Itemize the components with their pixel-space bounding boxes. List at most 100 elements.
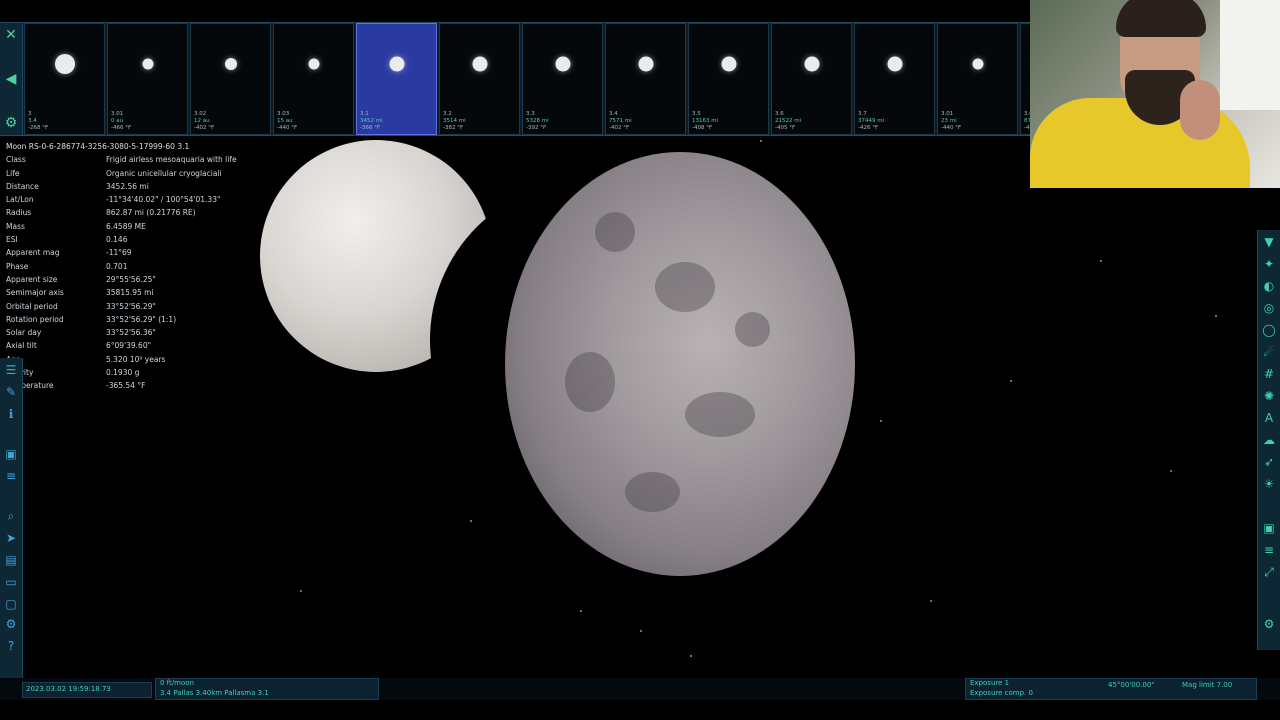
- folder-icon[interactable]: ▭: [3, 574, 19, 590]
- thumbnail-line1: 7571 mi: [609, 118, 632, 124]
- thumbnail-planet-icon: [555, 56, 570, 72]
- thumbnail-item[interactable]: 3.3 5328 mi -392 °F: [522, 23, 603, 135]
- selected-moon[interactable]: [505, 152, 855, 576]
- thumbnail-item[interactable]: 3.03 15 au -440 °F: [273, 23, 354, 135]
- info-row: Radius 862.87 mi (0.21776 RE): [6, 206, 237, 219]
- thumbnail-caption: 3.3 5328 mi -392 °F: [526, 111, 549, 132]
- info-icon[interactable]: ℹ: [3, 406, 19, 422]
- thumbnail-line1: 21522 mi: [775, 118, 802, 124]
- thumbnail-line2: -440 °F: [277, 125, 298, 131]
- camera-icon[interactable]: ▣: [1261, 520, 1277, 536]
- thumbnail-caption: 3.5 13163 mi -408 °F: [692, 111, 718, 132]
- thumbnail-line2: -392 °F: [526, 125, 547, 131]
- thumbnail-planet-icon: [721, 56, 736, 72]
- thumbnail-line1: 15 au: [277, 118, 293, 124]
- right-toolbar: ▼ ✦ ◐ ◎ ◯ ☄ # ✺ A ☁ ➶ ☀ ▣ ≡ ⤢ ⚙: [1257, 230, 1280, 650]
- info-label: Axial tilt: [6, 341, 37, 351]
- expand-icon[interactable]: ⤢: [1261, 564, 1277, 580]
- thumbnail-name: 3.6: [775, 111, 784, 117]
- gear-icon[interactable]: ⚙: [2, 114, 20, 132]
- thumbnail-caption: 3 3.4 -268 °F: [28, 111, 48, 132]
- thumbnail-line1: 5328 mi: [526, 118, 549, 124]
- comet-icon[interactable]: ☄: [1261, 344, 1277, 360]
- info-label: Life: [6, 168, 20, 178]
- info-value: 5.320 10⁹ years: [106, 354, 166, 364]
- left-toolbar: ☰ ✎ ℹ ▣ ≡ ⌕ ➤ ▤ ▭ ▢ ⚙ ? ✕: [0, 358, 23, 698]
- thumbnail-line2: -402 °F: [609, 125, 630, 131]
- thumbnail-item[interactable]: 3.4 7571 mi -402 °F: [605, 23, 686, 135]
- image-icon[interactable]: ▤: [3, 552, 19, 568]
- info-label: Lat/Lon: [6, 195, 34, 205]
- mag-limit-readout: Mag limit 7.00: [1182, 681, 1233, 689]
- gear-icon[interactable]: ⚙: [1261, 616, 1277, 632]
- save-icon[interactable]: ▢: [3, 596, 19, 612]
- thumbnail-item[interactable]: 3.2 3514 mi -382 °F: [439, 23, 520, 135]
- thumbnail-name: 3.4: [609, 111, 618, 117]
- info-row: Mass 6.4589 ME: [6, 220, 237, 233]
- thumbnail-item[interactable]: 3.1 3452 mi -366 °F: [356, 23, 437, 135]
- star-icon[interactable]: ✦: [1261, 256, 1277, 272]
- info-row: Semimajor axis 35815.95 mi: [6, 286, 237, 299]
- thumbnail-name: 3.5: [692, 111, 701, 117]
- info-value: 3452.56 mi: [106, 181, 149, 191]
- thumbnail-line2: -268 °F: [28, 125, 49, 131]
- thumbnail-line1: 12 au: [194, 118, 210, 124]
- info-row: Class Frigid airless mesoaquaria with lif…: [6, 153, 237, 166]
- ring-icon[interactable]: ◯: [1261, 322, 1277, 338]
- info-row: ESI 0.146: [6, 233, 237, 246]
- thumbnail-caption: 3.6 21522 mi -405 °F: [775, 111, 801, 132]
- thumbnail-item[interactable]: 3.6 21522 mi -405 °F: [771, 23, 852, 135]
- strip-controls: ✕ ◀ ⚙: [0, 23, 23, 135]
- label-icon[interactable]: A: [1261, 410, 1277, 426]
- thumbnail-line2: -426 °F: [858, 125, 879, 131]
- thumbnail-item[interactable]: 3.02 12 au -402 °F: [190, 23, 271, 135]
- thumbnail-item[interactable]: 3.01 23 mi -440 °F: [937, 23, 1018, 135]
- info-label: Orbital period: [6, 301, 58, 311]
- ship-icon[interactable]: ➤: [3, 530, 19, 546]
- date-time[interactable]: 2023.03.02 19:59:18.73: [26, 685, 111, 694]
- thumbnail-item[interactable]: 3.5 13163 mi -408 °F: [688, 23, 769, 135]
- info-row: Solar day 33°52'56.36": [6, 326, 237, 339]
- thumbnail-line2: -408 °F: [692, 125, 713, 131]
- thumbnail-item[interactable]: 3.01 0 au -466 °F: [107, 23, 188, 135]
- menu-icon[interactable]: ☰: [3, 362, 19, 378]
- thumbnail-planet-icon: [142, 58, 153, 70]
- settings-icon[interactable]: ⚙: [3, 616, 19, 632]
- thumbnail-item[interactable]: 3 3.4 -268 °F: [24, 23, 105, 135]
- galaxy-icon[interactable]: ✺: [1261, 388, 1277, 404]
- exposure-comp-readout: Exposure comp. 0: [970, 689, 1033, 697]
- close-icon[interactable]: ✕: [2, 26, 20, 44]
- thumbnail-planet-icon: [472, 56, 487, 72]
- info-row: Apparent size 29°55'56.25": [6, 273, 237, 286]
- info-row: Life Organic unicellular cryoglaciali: [6, 167, 237, 180]
- layers-icon[interactable]: ≡: [3, 468, 19, 484]
- info-value: 33°52'56.29" (1:1): [106, 314, 177, 324]
- filter-icon[interactable]: ▼: [1261, 234, 1277, 250]
- info-label: Solar day: [6, 328, 42, 338]
- thumbnail-planet-icon: [804, 56, 819, 72]
- camera-icon[interactable]: ▣: [3, 446, 19, 462]
- planet-icon[interactable]: ◐: [1261, 278, 1277, 294]
- layers-icon[interactable]: ≡: [1261, 542, 1277, 558]
- info-value: 6°09'39.60": [106, 341, 152, 351]
- ship-icon[interactable]: ➶: [1261, 454, 1277, 470]
- info-label: ESI: [6, 235, 18, 245]
- info-value: 0.701: [106, 261, 128, 271]
- object-info-panel: Moon RS-0-6-286774-3256-3080-5-17999-60 …: [6, 140, 237, 393]
- target-readout: 3.4 Pallas 3.40km Pallasma 3.1: [160, 689, 269, 697]
- status-bar: 2023.03.02 19:59:18.73 0 ft/moon 3.4 Pal…: [0, 678, 1280, 700]
- grid-icon[interactable]: #: [1261, 366, 1277, 382]
- thumbnail-planet-icon: [54, 54, 75, 74]
- arrow-left-icon[interactable]: ◀: [2, 70, 20, 88]
- edit-icon[interactable]: ✎: [3, 384, 19, 400]
- thumbnail-line1: 3.4: [28, 118, 37, 124]
- light-icon[interactable]: ☀: [1261, 476, 1277, 492]
- nebula-icon[interactable]: ☁: [1261, 432, 1277, 448]
- thumbnail-planet-icon: [389, 56, 404, 72]
- orbit-icon[interactable]: ◎: [1261, 300, 1277, 316]
- search-icon[interactable]: ⌕: [3, 508, 19, 524]
- thumbnail-line2: -382 °F: [443, 125, 464, 131]
- help-icon[interactable]: ?: [3, 638, 19, 654]
- thumbnail-name: 3.1: [360, 111, 369, 117]
- thumbnail-item[interactable]: 3.7 37449 mi -426 °F: [854, 23, 935, 135]
